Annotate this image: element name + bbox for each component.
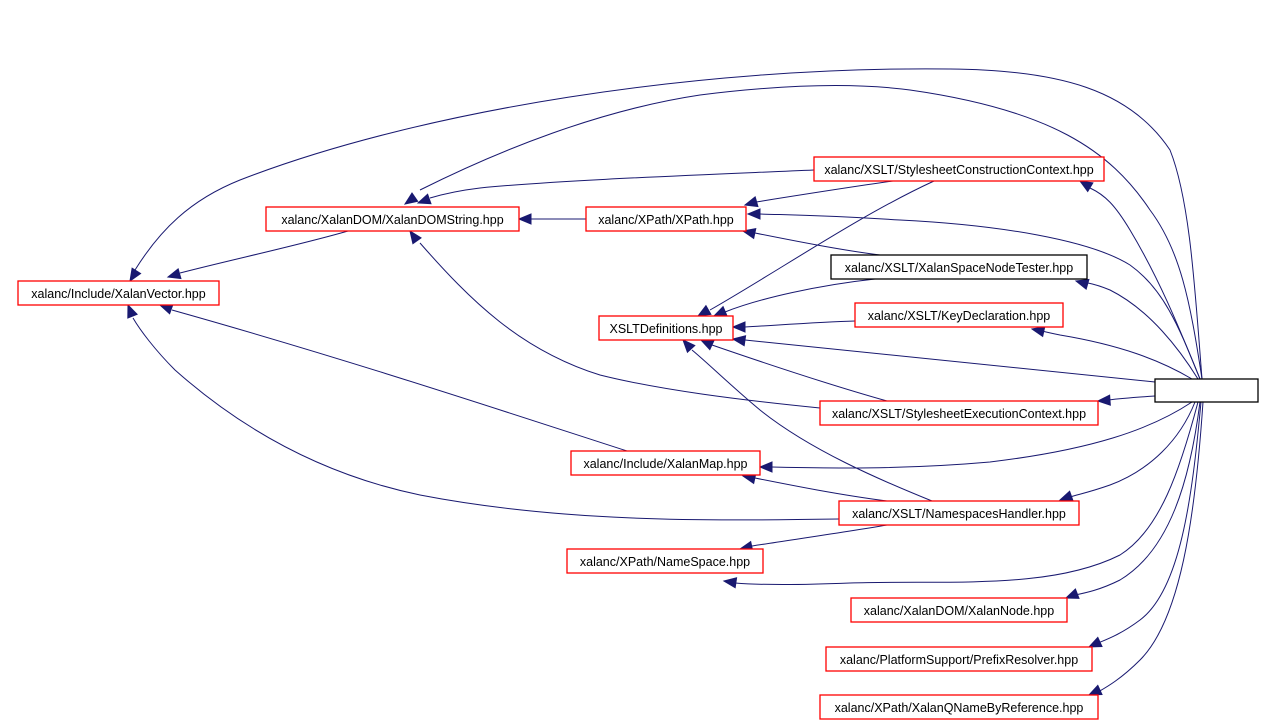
edge-line	[132, 317, 840, 521]
edge-line	[171, 309, 628, 452]
edge-stylesheet-to-prefixresolver	[1087, 401, 1202, 648]
node-label: xalanc/Include/XalanVector.hpp	[31, 287, 205, 301]
edge-xpath-to-xalandomstring	[517, 213, 586, 225]
arrowhead-icon	[758, 461, 773, 473]
node-construction[interactable]: xalanc/XSLT/StylesheetConstructionContex…	[813, 156, 1105, 182]
edge-stylesheet-to-xsltdefs	[731, 335, 1156, 383]
edge-line	[1041, 330, 1193, 380]
edge-line	[429, 169, 815, 199]
node-label: xalanc/XPath/XalanQNameByReference.hpp	[835, 701, 1084, 715]
edge-line	[1097, 401, 1204, 693]
node-execution[interactable]: xalanc/XSLT/StylesheetExecutionContext.h…	[819, 400, 1099, 426]
edge-stylesheet-to-xalandomstring	[403, 84, 1203, 380]
node-xalandomstring[interactable]: xalanc/XalanDOM/XalanDOMString.hpp	[265, 206, 520, 232]
node-spacenodetester: xalanc/XSLT/XalanSpaceNodeTester.hpp	[830, 254, 1088, 280]
arrowhead-icon	[166, 268, 182, 280]
node-qnamebyref[interactable]: xalanc/XPath/XalanQNameByReference.hpp	[819, 694, 1099, 720]
arrowhead-icon	[1064, 588, 1080, 599]
node-label: xalanc/XPath/NameSpace.hpp	[580, 555, 750, 569]
node-stylesheet: Stylesheet.hpp	[1154, 378, 1259, 403]
edge-line	[419, 84, 1203, 380]
arrowhead-icon	[1087, 684, 1103, 696]
edge-line	[744, 339, 1156, 383]
arrowhead-icon	[409, 229, 422, 245]
edge-line	[711, 344, 888, 402]
arrowhead-icon	[416, 193, 432, 205]
node-label: xalanc/PlatformSupport/PrefixResolver.hp…	[840, 653, 1078, 667]
arrowhead-icon	[1058, 490, 1074, 502]
node-nshandler[interactable]: xalanc/XSLT/NamespacesHandler.hpp	[838, 500, 1080, 526]
edge-spacenodetester-to-xpath	[741, 227, 881, 256]
node-label: xalanc/XalanDOM/XalanDOMString.hpp	[281, 213, 503, 227]
node-label: XSLTDefinitions.hpp	[609, 322, 722, 336]
node-label: xalanc/XSLT/XalanSpaceNodeTester.hpp	[845, 261, 1073, 275]
edge-stylesheet-to-namespace	[722, 401, 1199, 589]
node-xpath[interactable]: xalanc/XPath/XPath.hpp	[585, 206, 747, 232]
node-label: xalanc/XSLT/KeyDeclaration.hpp	[868, 309, 1051, 323]
arrowhead-icon	[699, 339, 715, 351]
arrowhead-icon	[1078, 180, 1094, 193]
edge-nshandler-to-xalanmap	[741, 472, 888, 502]
edge-execution-to-xsltdefs	[699, 339, 888, 402]
arrowhead-icon	[517, 213, 532, 225]
edge-construction-to-xpath	[743, 180, 894, 208]
edge-xalandomstring-to-xalanvector	[166, 230, 349, 280]
edge-stylesheet-to-execution	[1096, 394, 1156, 406]
node-label: xalanc/XSLT/StylesheetConstructionContex…	[824, 163, 1093, 177]
node-label: xalanc/XalanDOM/XalanNode.hpp	[864, 604, 1054, 618]
nodes-layer: Stylesheet.hpp xalanc/Include/XalanVector…	[17, 156, 1259, 720]
edge-line	[1107, 395, 1156, 401]
arrowhead-icon	[696, 304, 712, 317]
edge-line	[734, 401, 1199, 585]
arrowhead-icon	[746, 208, 761, 220]
edge-line	[1087, 282, 1199, 380]
node-label: xalanc/XSLT/StylesheetExecutionContext.h…	[832, 407, 1086, 421]
edge-line	[744, 320, 856, 328]
arrowhead-icon	[743, 196, 759, 208]
arrowhead-icon	[722, 577, 738, 589]
edge-line	[755, 180, 894, 203]
edge-keydecl-to-xsltdefs	[731, 320, 856, 333]
arrowhead-icon	[1096, 394, 1111, 406]
arrowhead-icon	[1074, 278, 1090, 290]
arrowhead-icon	[127, 303, 138, 319]
arrowhead-icon	[403, 192, 419, 205]
arrowhead-icon	[1087, 636, 1103, 648]
edge-line	[759, 213, 1201, 380]
edge-line	[754, 477, 888, 502]
arrowhead-icon	[1030, 325, 1046, 338]
edge-stylesheet-to-qnamebyref	[1087, 401, 1204, 696]
edge-xalanmap-to-xalanvector	[158, 303, 628, 452]
node-xalannode[interactable]: xalanc/XalanDOM/XalanNode.hpp	[850, 597, 1068, 623]
edge-stylesheet-to-keydecl	[1030, 325, 1193, 380]
node-label: xalanc/XPath/XPath.hpp	[598, 213, 734, 227]
edge-line	[754, 232, 881, 256]
node-xalanvector[interactable]: xalanc/Include/XalanVector.hpp	[17, 280, 220, 306]
arrowhead-icon	[129, 267, 142, 283]
arrowhead-icon	[731, 335, 747, 347]
node-xalanmap[interactable]: xalanc/Include/XalanMap.hpp	[570, 450, 761, 476]
node-label: xalanc/XSLT/NamespacesHandler.hpp	[852, 507, 1066, 521]
include-dependency-graph: Stylesheet.hpp xalanc/Include/XalanVector…	[17, 68, 1259, 720]
node-namespace[interactable]: xalanc/XPath/NameSpace.hpp	[566, 548, 764, 574]
edge-line	[724, 278, 876, 313]
arrowhead-icon	[731, 321, 746, 333]
node-prefixresolver[interactable]: xalanc/PlatformSupport/PrefixResolver.hp…	[825, 646, 1093, 672]
edge-line	[751, 524, 888, 547]
arrowhead-icon	[158, 303, 174, 315]
node-label: xalanc/Include/XalanMap.hpp	[583, 457, 747, 471]
edge-line	[179, 230, 349, 274]
edge-stylesheet-to-construction	[1078, 180, 1201, 380]
edge-spacenodetester-to-xsltdefs	[712, 278, 876, 317]
node-keydecl[interactable]: xalanc/XSLT/KeyDeclaration.hpp	[854, 302, 1064, 328]
arrowhead-icon	[712, 305, 728, 317]
node-label: Stylesheet.hpp	[1165, 385, 1248, 399]
edge-construction-to-xsltdefs	[696, 180, 935, 317]
node-xsltdefs[interactable]: XSLTDefinitions.hpp	[598, 315, 734, 341]
edge-nshandler-to-namespace	[738, 524, 888, 553]
